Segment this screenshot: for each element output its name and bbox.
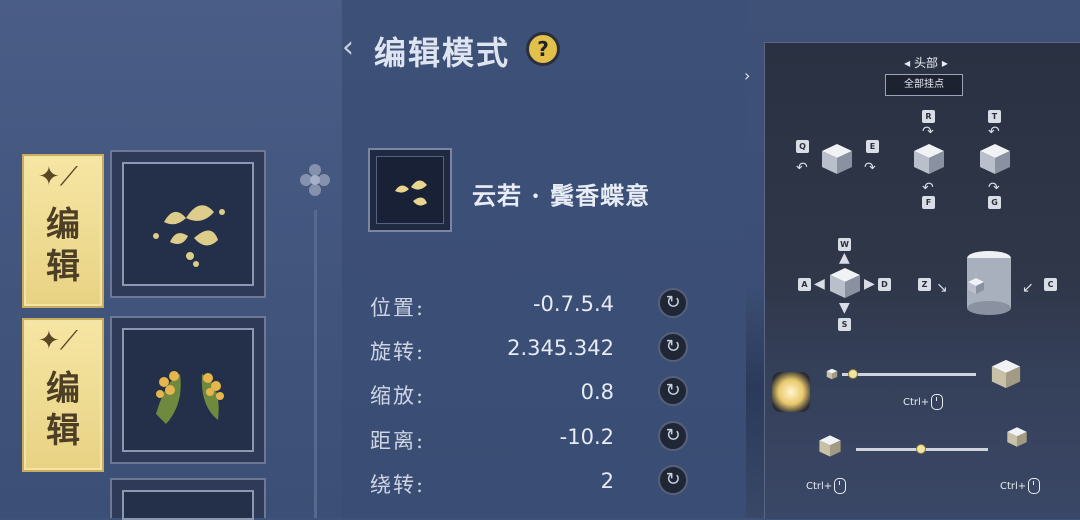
property-label: 旋转: — [370, 340, 426, 364]
property-row-rotation: 旋转: 2.345.342 ↻ — [370, 332, 700, 368]
distance-slider-knob[interactable] — [916, 444, 926, 454]
move-down-arrow-icon: ▼ — [839, 300, 850, 316]
reset-icon[interactable]: ↻ — [658, 465, 688, 495]
reset-icon[interactable]: ↻ — [658, 376, 688, 406]
property-label: 缩放: — [370, 384, 426, 408]
key-q: Q — [796, 140, 809, 153]
property-value: -10.2 — [559, 425, 614, 449]
property-row-distance: 距离: -10.2 ↻ — [370, 421, 700, 457]
key-c: C — [1044, 278, 1057, 291]
back-arrow-icon[interactable]: ‹ — [342, 30, 364, 65]
mouse-scroll-icon — [834, 478, 847, 494]
cube-rotate-rf-icon — [914, 144, 944, 174]
cube-rotate-tg-icon — [980, 144, 1010, 174]
tilt-down-arrow-icon: ↷ — [988, 180, 1000, 196]
key-d: D — [878, 278, 891, 291]
attach-point-switcher[interactable]: ◂ 头部 ▸ — [896, 54, 956, 71]
orbit-left-arrow-icon: ↘ — [936, 280, 948, 296]
attach-point-label: 头部 — [913, 56, 938, 70]
accessory-card-partial[interactable] — [110, 478, 266, 520]
expand-arrow-icon[interactable]: › — [744, 66, 756, 86]
magic-wand-icon: ✦⟋ — [38, 162, 78, 192]
key-a: A — [798, 278, 811, 291]
accessory-image — [122, 490, 254, 520]
property-value: 2.345.342 — [507, 336, 614, 360]
selected-item-thumbnail — [368, 148, 452, 232]
move-left-arrow-icon: ◀ — [814, 276, 825, 292]
key-s: S — [838, 318, 851, 331]
accessory-card-flower-pair[interactable] — [110, 316, 266, 464]
list-scrollbar[interactable] — [314, 210, 317, 518]
next-arrow-icon[interactable]: ▸ — [942, 56, 948, 70]
key-g: G — [988, 196, 1001, 209]
help-button[interactable]: ? — [526, 32, 560, 66]
key-z: Z — [918, 278, 931, 291]
move-right-arrow-icon: ▶ — [864, 276, 875, 292]
scale-slider-knob[interactable] — [848, 369, 858, 379]
reset-icon[interactable]: ↻ — [658, 421, 688, 451]
mouse-scroll-icon — [931, 394, 944, 410]
lantern-scene-decoration — [772, 372, 810, 412]
ctrl-label: Ctrl+ — [806, 481, 833, 492]
cube-rotate-qe-icon — [822, 144, 852, 174]
orbit-right-arrow-icon: ↙ — [1022, 280, 1034, 296]
all-attach-points-button[interactable]: 全部挂点 — [885, 74, 963, 96]
cube-move-icon — [830, 268, 860, 298]
list-scroll-knob[interactable] — [296, 160, 334, 200]
key-f: F — [922, 196, 935, 209]
rotate-down-arrow-icon: ↶ — [922, 180, 934, 196]
property-label: 位置: — [370, 296, 426, 320]
move-up-arrow-icon: ▲ — [839, 250, 850, 266]
ctrl-label: Ctrl+ — [1000, 481, 1027, 492]
property-row-scale: 缩放: 0.8 ↻ — [370, 376, 700, 412]
property-value: 0.8 — [580, 380, 614, 404]
ctrl-scroll-hint-scale: Ctrl+ — [903, 394, 944, 410]
property-row-orbit: 绕转: 2 ↻ — [370, 465, 700, 501]
cube-far-icon — [1007, 427, 1027, 447]
page-title: 编辑模式 — [374, 34, 511, 72]
property-value: -0.7.5.4 — [532, 292, 614, 316]
property-label: 绕转: — [370, 473, 426, 497]
cube-near-icon — [819, 435, 841, 457]
key-r: R — [922, 110, 935, 123]
edit-tab-label: 编 辑 — [46, 369, 80, 451]
property-label: 距离: — [370, 429, 426, 453]
rotate-left-arrow-icon: ↶ — [796, 160, 808, 176]
magic-wand-icon: ✦⟋ — [38, 326, 78, 356]
rotate-up-arrow-icon: ↷ — [922, 124, 934, 140]
cylinder-orbit-icon — [967, 251, 1011, 315]
property-value: 2 — [600, 469, 614, 493]
edit-tab-1[interactable]: ✦⟋ 编 辑 — [22, 154, 104, 308]
scale-slider[interactable] — [842, 373, 976, 376]
rotate-right-arrow-icon: ↷ — [864, 160, 876, 176]
property-row-position: 位置: -0.7.5.4 ↻ — [370, 288, 700, 324]
butterfly-hairpin-image — [122, 162, 254, 286]
ctrl-scroll-hint-near: Ctrl+ — [806, 478, 847, 494]
edit-tab-2[interactable]: ✦⟋ 编 辑 — [22, 318, 104, 472]
flower-hairpin-image — [122, 328, 254, 452]
key-e: E — [866, 140, 879, 153]
prev-arrow-icon[interactable]: ◂ — [904, 56, 910, 70]
cube-scale-large-icon — [991, 359, 1021, 389]
reset-icon[interactable]: ↻ — [658, 288, 688, 318]
cube-scale-small-icon — [826, 368, 838, 380]
mouse-scroll-icon — [1028, 478, 1041, 494]
edit-tab-label: 编 辑 — [46, 205, 80, 287]
item-name: 云若 · 鬓香蝶意 — [472, 181, 651, 210]
ctrl-label: Ctrl+ — [903, 397, 930, 408]
key-t: T — [988, 110, 1001, 123]
tilt-up-arrow-icon: ↶ — [988, 124, 1000, 140]
reset-icon[interactable]: ↻ — [658, 332, 688, 362]
accessory-card-butterfly[interactable] — [110, 150, 266, 298]
ctrl-scroll-hint-far: Ctrl+ — [1000, 478, 1041, 494]
